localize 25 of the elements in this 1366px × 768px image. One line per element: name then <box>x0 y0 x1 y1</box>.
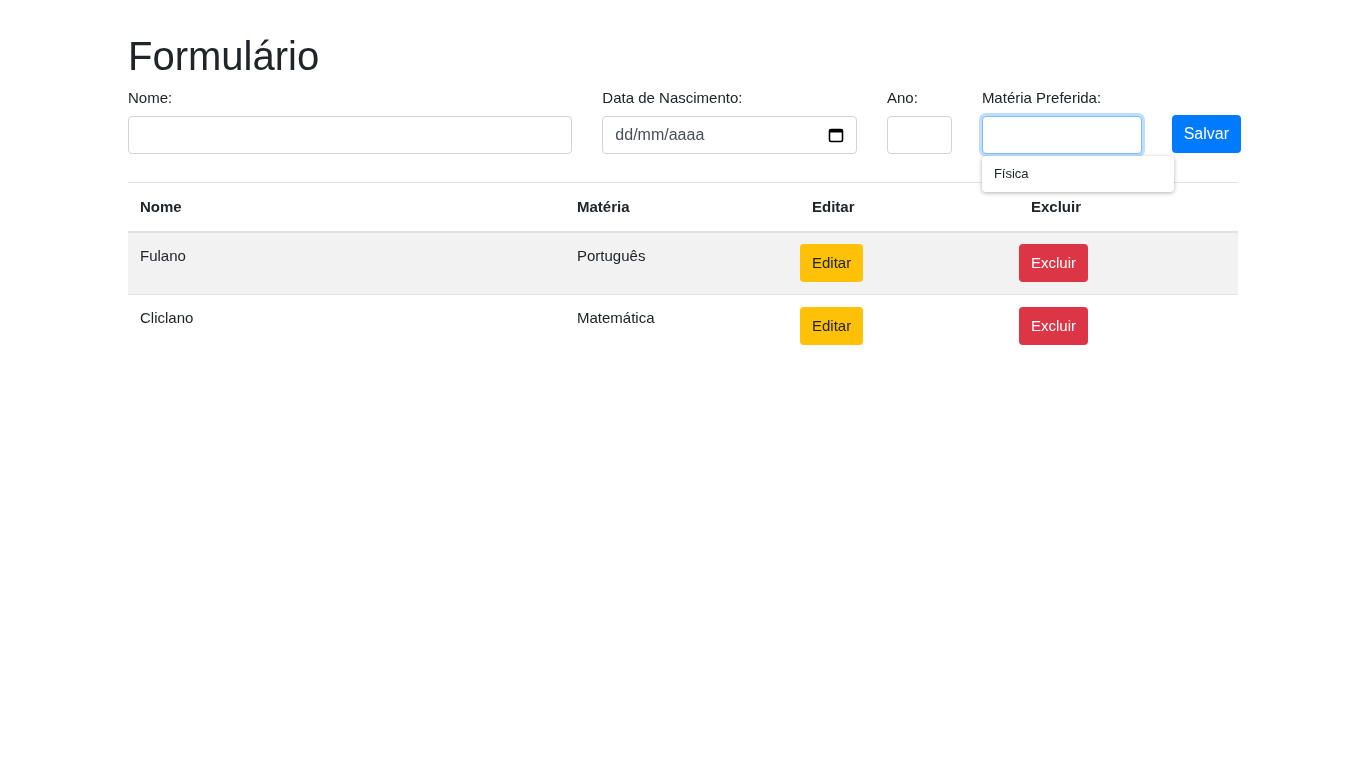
table-cell: Matemática <box>577 309 655 326</box>
date-field[interactable]: dd/mm/aaaa <box>602 116 857 154</box>
suggestion-item[interactable]: Física <box>981 164 1174 184</box>
delete-button[interactable]: Excluir <box>1019 244 1088 283</box>
field-label: Data de Nascimento: <box>602 88 743 108</box>
date-placeholder: dd/mm/aaaa <box>615 125 705 145</box>
table-cell: Fulano <box>140 246 186 264</box>
input-field[interactable] <box>886 116 952 154</box>
column-header: Excluir <box>1031 197 1082 215</box>
field-label: Ano: <box>886 88 918 108</box>
field-label: Matéria Preferida: <box>981 88 1102 108</box>
calendar-icon[interactable] <box>827 127 844 143</box>
save-button[interactable]: Salvar <box>1171 115 1241 153</box>
column-header: Editar <box>812 197 855 215</box>
field-label: Nome: <box>128 88 173 108</box>
table-cell: Português <box>577 246 646 264</box>
edit-button[interactable]: Editar <box>800 244 864 283</box>
column-header: Matéria <box>577 197 630 215</box>
delete-button[interactable]: Excluir <box>1019 307 1088 346</box>
input-field[interactable] <box>981 116 1142 154</box>
edit-button[interactable]: Editar <box>800 307 864 346</box>
column-header: Nome <box>140 197 182 215</box>
page-title: Formulário <box>128 33 321 80</box>
input-field[interactable] <box>128 116 573 154</box>
table-cell: Cliclano <box>140 309 194 326</box>
